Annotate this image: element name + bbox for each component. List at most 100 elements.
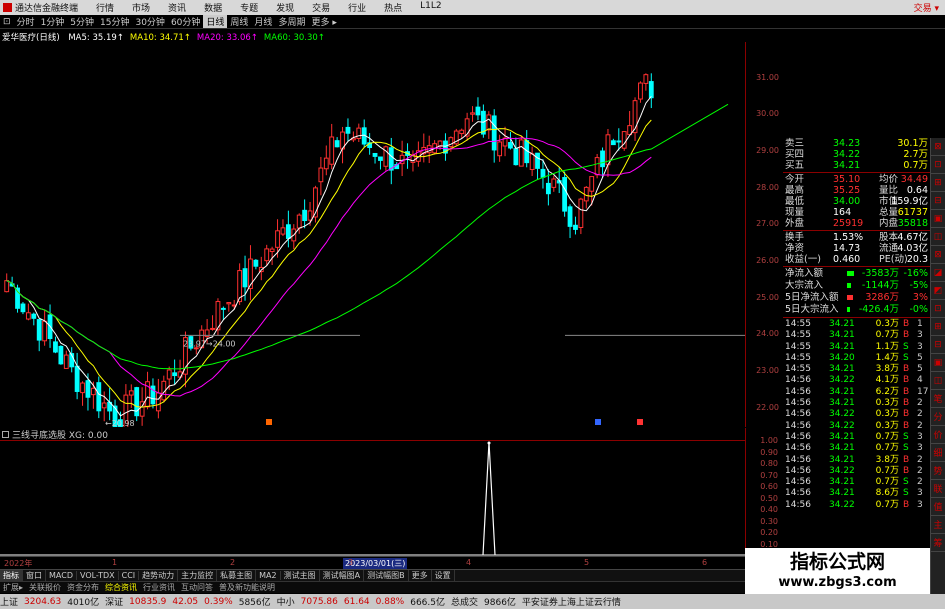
tick-time: 14:56 [785,375,811,386]
indicator-icon[interactable] [2,431,9,438]
candle-body [172,372,178,377]
period-item[interactable]: 1分钟 [38,15,68,28]
side-tab[interactable]: 主 [931,516,945,534]
candle [285,210,291,248]
tick-side: S [903,352,909,363]
menu-item[interactable]: 交易 [303,1,339,14]
indicator-tab[interactable]: 指标 [0,570,23,581]
side-tab[interactable]: 价 [931,426,945,444]
side-tab[interactable]: ⊡ [931,300,945,318]
trade-menu[interactable]: 交易 ▾ [914,1,939,14]
ma5-line [6,95,652,417]
stat-value: 35.10 [833,174,861,185]
indicator-tab[interactable]: CCI [119,571,140,580]
indicator-tab[interactable]: 趋势动力 [139,570,179,581]
indicator-tab[interactable]: 测试主图 [281,570,320,581]
side-tab[interactable]: ◩ [931,282,945,300]
period-item[interactable]: ⊡ [0,17,14,27]
info-tab[interactable]: 行业资讯 [140,582,178,593]
candle [399,140,405,177]
side-tab[interactable]: ▣ [931,210,945,228]
menu-item[interactable]: 专题 [231,1,267,14]
period-item[interactable]: 月线 [251,15,275,28]
period-item[interactable]: 周线 [227,15,251,28]
side-tab[interactable]: 势 [931,462,945,480]
tick-row: 14:56 34.22 0.3万 B 2 [783,421,930,432]
indicator-tab[interactable]: VOL-TDX [77,571,119,580]
indicator-tab[interactable]: MACD [46,571,77,580]
candle-body [96,382,102,412]
period-item[interactable]: 15分钟 [97,15,132,28]
menu-item[interactable]: 热点 [375,1,411,14]
indicator-tab[interactable]: 私募主图 [217,570,257,581]
candle [31,312,37,326]
side-tab[interactable]: ⊞ [931,318,945,336]
menu-item[interactable]: 数据 [195,1,231,14]
sub-indicator-chart[interactable] [0,440,745,556]
candle [627,110,633,136]
tick-volume: 0.7万 [875,477,899,488]
candle [145,371,150,410]
side-tab[interactable]: ▣ [931,354,945,372]
side-tab[interactable]: ◪ [931,264,945,282]
info-tab[interactable]: 综合资讯 [102,582,140,593]
side-tab[interactable]: ⊠ [931,138,945,156]
side-tab[interactable]: 联 [931,480,945,498]
menu-item[interactable]: 行业 [339,1,375,14]
info-tab[interactable]: 资金分布 [64,582,102,593]
status-item: 上证 [0,598,19,608]
period-item[interactable]: 日线 [203,15,228,28]
fund-flow-value: -3583万 [861,268,899,279]
fund-flow-pct: -5% [909,280,929,291]
menu-item[interactable]: 资讯 [159,1,195,14]
period-item[interactable]: 60分钟 [168,15,203,28]
candle [264,244,270,266]
order-book-volume: 0.7万 [903,160,928,171]
info-tab[interactable]: 扩展▸ [0,582,26,593]
period-item[interactable]: 5分钟 [67,15,97,28]
side-tab[interactable]: 分 [931,408,945,426]
info-tab[interactable]: 关联报价 [26,582,64,593]
indicator-tab[interactable]: 设置 [432,570,455,581]
side-tab[interactable]: 笔 [931,390,945,408]
period-item[interactable]: 分时 [14,15,38,28]
side-tab[interactable]: 值 [931,498,945,516]
sub-tick: 0.30 [760,516,778,526]
indicator-tab[interactable]: 窗口 [23,570,46,581]
side-tab[interactable]: 细 [931,444,945,462]
info-tab[interactable]: 互动问答 [178,582,216,593]
side-tab[interactable]: ⊠ [931,246,945,264]
side-tab[interactable]: 筹 [931,534,945,552]
menu-item[interactable]: 行情 [87,1,123,14]
stat-value: 25919 [833,218,864,229]
period-item[interactable]: 30分钟 [132,15,167,28]
menu-item[interactable]: 市场 [123,1,159,14]
candle-body [242,268,248,288]
candle [470,106,475,122]
kline-chart[interactable]: 23.97→24.00 ←20.98 [0,42,745,427]
candle [80,381,85,406]
menu-item[interactable]: L1L2 [411,1,450,14]
indicator-tab[interactable]: 更多 [409,570,432,581]
tick-price: 34.21 [829,488,855,499]
period-item[interactable]: 多周期 [275,15,308,28]
side-tab[interactable]: ⊟ [931,336,945,354]
side-tab[interactable]: ◫ [931,372,945,390]
indicator-tab[interactable]: 测试幅图A [320,570,365,581]
indicator-tab[interactable]: 测试幅图B [364,570,409,581]
indicator-tab[interactable]: MA2 [256,571,281,580]
candle-body [508,142,513,149]
indicator-tab[interactable]: 主力监控 [178,570,218,581]
info-tab[interactable]: 普及新功能说明 [216,582,278,593]
side-tab[interactable]: ◫ [931,228,945,246]
candle [280,219,286,237]
tick-price: 34.22 [829,409,855,420]
candle-body [486,114,492,131]
stat-row: 收益(一) 0.460 PE(动) 20.3 [783,254,930,265]
period-item[interactable]: 更多 ▸ [308,15,339,28]
side-tab[interactable]: ⊟ [931,192,945,210]
side-tab[interactable]: ⊞ [931,174,945,192]
side-tab[interactable]: ⊡ [931,156,945,174]
menu-item[interactable]: 发现 [267,1,303,14]
candle [220,306,226,320]
